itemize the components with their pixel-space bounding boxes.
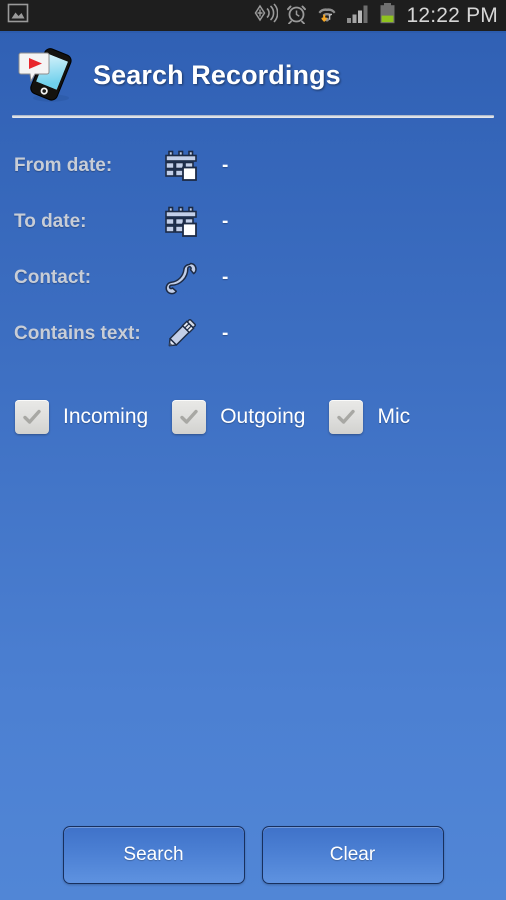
check-icon <box>23 409 41 424</box>
to-date-label: To date: <box>14 211 87 232</box>
phone-recording-app-icon <box>17 44 79 106</box>
checkbox-incoming-box[interactable] <box>15 400 49 434</box>
phone-handset-icon[interactable] <box>158 258 204 298</box>
contains-text-label: Contains text: <box>14 323 141 344</box>
check-icon <box>337 409 356 424</box>
form-row-from-date[interactable]: From date: - <box>0 138 506 194</box>
from-date-value: - <box>222 155 229 176</box>
battery-icon <box>379 2 396 30</box>
clear-button[interactable]: Clear <box>261 826 444 884</box>
header-divider <box>12 115 494 118</box>
alarm-clock-icon <box>285 2 308 29</box>
status-bar-left-icons <box>7 2 29 29</box>
to-date-value: - <box>222 211 229 232</box>
app-root: 12:22 PM Search Recordings From date: - … <box>0 0 506 900</box>
nfc-beam-icon <box>252 2 278 29</box>
checkbox-mic-label: Mic <box>377 405 411 428</box>
from-date-label: From date: <box>14 155 113 176</box>
cellular-signal-icon <box>346 2 372 29</box>
form-row-contact[interactable]: Contact: - <box>0 250 506 306</box>
contact-label: Contact: <box>14 267 92 288</box>
form-row-to-date[interactable]: To date: - <box>0 194 506 250</box>
app-header: Search Recordings <box>0 33 506 117</box>
status-bar-right-icons: 12:22 PM <box>252 2 499 30</box>
checkbox-outgoing-label: Outgoing <box>220 405 306 428</box>
form-row-contains-text[interactable]: Contains text: - <box>0 306 506 362</box>
status-bar: 12:22 PM <box>0 0 506 33</box>
contains-text-value: - <box>222 323 229 344</box>
status-bar-clock: 12:22 PM <box>406 4 498 27</box>
action-button-bar: Search Clear <box>0 826 506 884</box>
calendar-icon[interactable] <box>158 203 204 241</box>
check-icon <box>180 409 198 424</box>
checkbox-outgoing[interactable]: Outgoing <box>172 400 305 434</box>
checkbox-incoming[interactable]: Incoming <box>15 400 148 434</box>
page-title: Search Recordings <box>93 59 341 90</box>
call-type-filters: Incoming Outgoing Mic <box>0 400 506 434</box>
checkbox-mic[interactable]: Mic <box>329 400 410 434</box>
checkbox-mic-box[interactable] <box>329 400 364 434</box>
search-form: From date: - To date: - Contact: - Conta… <box>0 138 506 362</box>
gallery-image-icon <box>7 2 29 29</box>
contact-value: - <box>222 267 229 288</box>
search-button[interactable]: Search <box>62 826 245 884</box>
wifi-download-icon <box>315 2 339 30</box>
checkbox-outgoing-box[interactable] <box>172 400 207 434</box>
calendar-icon[interactable] <box>158 147 204 185</box>
pencil-icon[interactable] <box>158 314 204 354</box>
checkbox-incoming-label: Incoming <box>63 405 149 428</box>
